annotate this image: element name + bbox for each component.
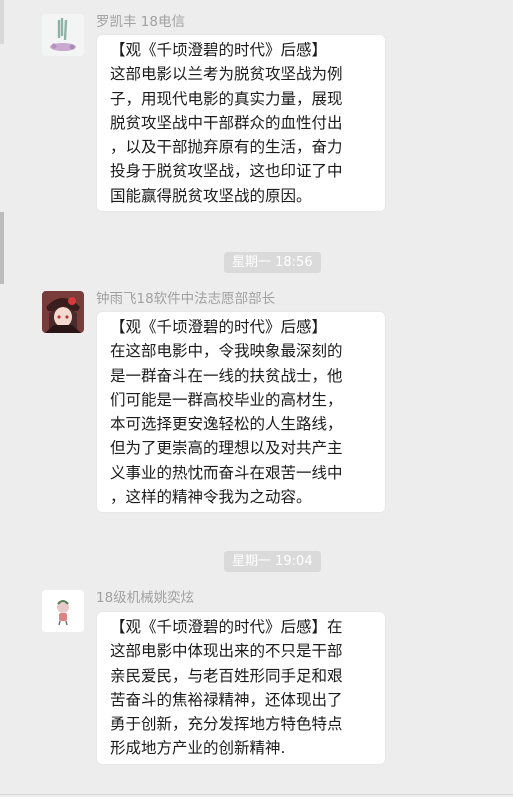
message-bubble[interactable]: 【观《千顷澄碧的时代》后感】 在这部电影中，令我映象最深刻的 是一群奋斗在一线的… — [97, 312, 385, 513]
message-sender: 罗凯丰 18电信 — [96, 14, 185, 30]
message-sender: 18级机械姚奕炫 — [96, 590, 195, 606]
timestamp-divider: 星期一 18:56 — [224, 252, 321, 273]
scroll-edge-top — [0, 0, 4, 44]
message-sender: 钟雨飞18软件中法志愿部部长 — [96, 291, 276, 307]
avatar[interactable] — [42, 291, 84, 333]
avatar[interactable] — [42, 14, 84, 56]
avatar-image-icon — [42, 14, 84, 56]
avatar[interactable] — [42, 590, 84, 632]
divider — [0, 794, 513, 795]
message-bubble[interactable]: 【观《千顷澄碧的时代》后感】 这部电影以兰考为脱贫攻坚战为例 子，用现代电影的真… — [97, 35, 385, 212]
avatar-image-icon — [42, 590, 84, 632]
timestamp-divider: 星期一 19:04 — [224, 551, 321, 572]
scrollbar-thumb[interactable] — [0, 212, 4, 284]
avatar-image-icon — [42, 291, 84, 333]
message-bubble[interactable]: 【观《千顷澄碧的时代》后感】在 这部电影中体现出来的不只是干部 亲民爱民，与老百… — [97, 612, 385, 764]
chat-area[interactable]: 罗凯丰 18电信 【观《千顷澄碧的时代》后感】 这部电影以兰考为脱贫攻坚战为例 … — [0, 0, 513, 797]
